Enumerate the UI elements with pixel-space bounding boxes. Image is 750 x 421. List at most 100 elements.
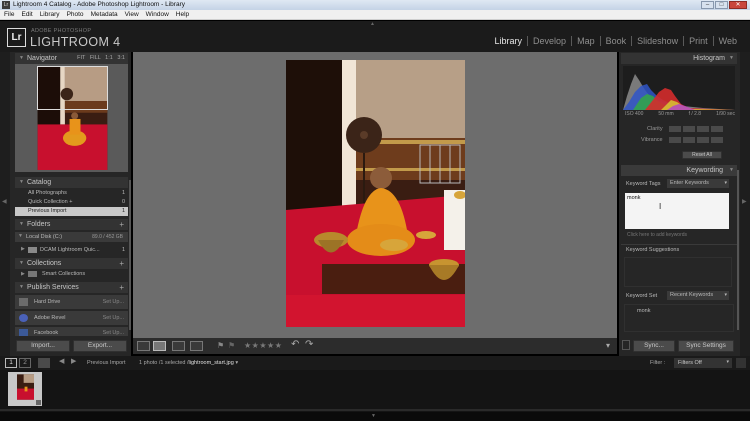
keywording-header[interactable]: Keywording ▼ [621,165,737,176]
sync-settings-button[interactable]: Sync Settings [678,340,734,352]
hard-drive-icon [19,298,28,306]
keyword-hint[interactable]: Click here to add keywords [627,232,687,238]
main-photo[interactable] [286,60,465,327]
toolbar-content-dropdown[interactable]: ▾ [606,341,610,350]
menu-metadata[interactable]: Metadata [91,10,118,19]
menu-file[interactable]: File [4,10,14,19]
filmstrip-scrollbar[interactable] [0,409,750,411]
zoom-fill[interactable]: FILL [90,55,101,61]
publish-setup-link[interactable]: Set Up... [103,299,124,305]
flag-icon[interactable]: ⚑ [217,341,224,350]
decrease-small-icon[interactable] [683,126,695,132]
grid-shortcut-icon[interactable] [38,358,50,368]
filmstrip-thumbnail-cell[interactable] [8,372,42,406]
menu-view[interactable]: View [125,10,139,19]
module-library[interactable]: Library [490,36,528,46]
forward-arrow-icon[interactable]: ▶ [71,357,76,365]
menu-library[interactable]: Library [40,10,60,19]
add-folder-icon[interactable]: + [119,219,124,230]
histogram-graph[interactable] [623,66,735,110]
navigator-viewport-box[interactable] [37,66,108,110]
sync-button[interactable]: Sync... [633,340,675,352]
module-print[interactable]: Print [683,36,713,46]
grid-view-icon[interactable] [137,341,150,351]
module-web[interactable]: Web [712,36,742,46]
loupe-view-icon[interactable] [153,341,166,351]
collapse-triangle-icon: ▼ [19,284,24,290]
navigator-header[interactable]: ▼ Navigator FIT FILL 1:1 3:1 [15,53,128,64]
minimize-button[interactable]: – [701,1,714,9]
filmstrip-thumbnail[interactable] [17,374,34,400]
add-publish-service-icon[interactable]: + [119,282,124,293]
compare-view-icon[interactable] [172,341,185,351]
publish-service-item[interactable]: Adobe Revel Set Up... [15,311,128,325]
menu-window[interactable]: Window [146,10,169,19]
close-button[interactable]: ✕ [729,1,747,9]
bottom-panel-toggle-icon[interactable]: ▼ [371,413,376,419]
reset-all-button[interactable]: Reset All [682,151,722,159]
folder-item[interactable]: ▶ DCAM Lightroom Quic... 1 [15,245,128,255]
auto-sync-toggle[interactable] [622,340,630,350]
module-slideshow[interactable]: Slideshow [631,36,683,46]
top-panel-toggle-icon[interactable]: ▲ [370,21,375,27]
keyword-set-item[interactable]: monk [637,308,650,314]
import-button[interactable]: Import... [16,340,70,352]
module-map[interactable]: Map [571,36,600,46]
publish-setup-link[interactable]: Set Up... [103,330,124,336]
page-1-button[interactable]: 1 [5,358,17,368]
folders-header[interactable]: ▼ Folders + [15,219,128,230]
zoom-fit[interactable]: FIT [77,55,85,61]
rotate-left-icon[interactable]: ↶ [291,339,299,350]
catalog-item-selected[interactable]: Previous Import 1 [15,207,128,216]
increase-large-icon[interactable] [711,137,723,143]
reject-flag-icon[interactable]: ⚑ [228,341,235,350]
right-panel-toggle-icon[interactable]: ▶ [742,198,747,205]
rotate-right-icon[interactable]: ↷ [305,339,313,350]
survey-view-icon[interactable] [190,341,203,351]
histogram-title: Histogram [693,55,725,62]
filmstrip-source[interactable]: Previous Import [87,360,126,366]
menu-edit[interactable]: Edit [21,10,32,19]
publish-service-item[interactable]: Facebook Set Up... [15,327,128,336]
histogram-header[interactable]: Histogram ▼ [621,53,737,64]
zoom-1-1[interactable]: 1:1 [105,55,113,61]
catalog-item[interactable]: Quick Collection + 0 [15,198,128,207]
filter-select[interactable]: Filters Off ▾ [674,358,732,368]
menu-photo[interactable]: Photo [67,10,84,19]
export-button[interactable]: Export... [73,340,127,352]
catalog-item[interactable]: All Photographs 1 [15,189,128,198]
module-develop[interactable]: Develop [527,36,571,46]
keyword-entry-field[interactable]: monk I [625,193,729,229]
star-rating[interactable]: ★★★★★ [244,341,282,350]
back-arrow-icon[interactable]: ◀ [59,357,64,365]
decrease-large-icon[interactable] [669,126,681,132]
keyword-entry-text: monk [627,195,641,201]
right-panel-scrollbar[interactable] [737,170,739,330]
collections-header[interactable]: ▼ Collections + [15,258,128,269]
increase-large-icon[interactable] [711,126,723,132]
collection-item[interactable]: ▶ Smart Collections [15,270,128,279]
publish-service-item[interactable]: Hard Drive Set Up... [15,295,128,309]
left-panel-toggle-icon[interactable]: ◀ [2,198,7,205]
left-panel-scrollbar[interactable] [129,180,131,330]
decrease-small-icon[interactable] [683,137,695,143]
filter-lock-icon[interactable] [736,358,746,368]
catalog-header[interactable]: ▼ Catalog [15,177,128,188]
filter-label: Filter : [650,360,666,366]
keyword-mode-select[interactable]: Enter Keywords ▾ [667,179,729,188]
decrease-large-icon[interactable] [669,137,681,143]
maximize-button[interactable]: □ [715,1,728,9]
keyword-set-select[interactable]: Recent Keywords ▾ [667,291,729,300]
volume-bar[interactable]: ▼ Local Disk (C:) 89.0 / 452 GB [15,232,128,242]
navigator-zoom-options[interactable]: FIT FILL 1:1 3:1 [77,53,125,64]
publish-services-header[interactable]: ▼ Publish Services + [15,282,128,293]
publish-setup-link[interactable]: Set Up... [103,315,124,321]
page-2-button[interactable]: 2 [19,358,31,368]
zoom-3-1[interactable]: 3:1 [117,55,125,61]
increase-small-icon[interactable] [697,126,709,132]
menu-help[interactable]: Help [176,10,189,19]
increase-small-icon[interactable] [697,137,709,143]
module-book[interactable]: Book [599,36,632,46]
add-collection-icon[interactable]: + [119,258,124,269]
filmstrip-status[interactable]: 1 photo /1 selected /lightroom_start.jpg… [139,360,238,366]
